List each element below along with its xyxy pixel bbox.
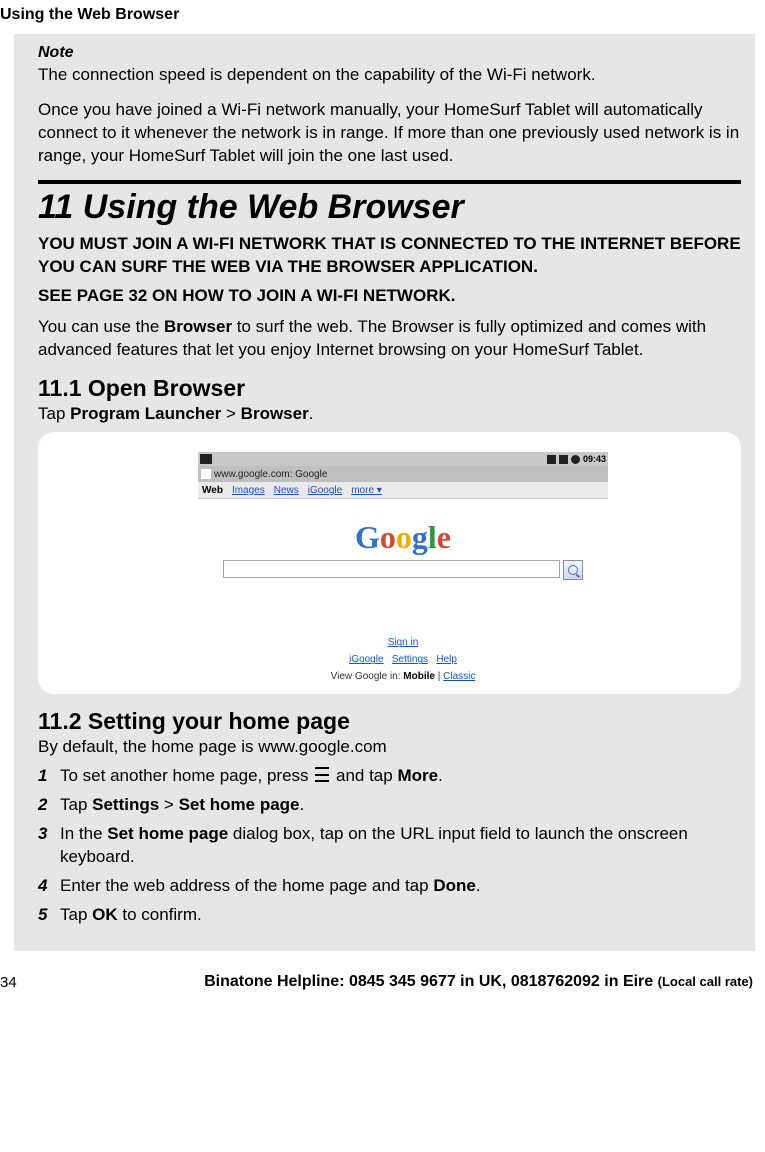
site-icon	[201, 469, 211, 479]
chapter-title: 11 Using the Web Browser	[38, 188, 741, 227]
url-bar: www.google.com: Google	[198, 466, 608, 482]
link-help: Help	[436, 654, 457, 665]
nav-igoogle: iGoogle	[308, 485, 342, 496]
link-signin: Sign in	[388, 637, 419, 648]
helpline-text: Binatone Helpline: 0845 345 9677 in UK, …	[204, 973, 753, 991]
step-2: 2 Tap Settings > Set home page.	[38, 794, 741, 817]
alarm-icon	[571, 455, 580, 464]
steps-list: 1 To set another home page, press and ta…	[38, 765, 741, 927]
note-text-1: The connection speed is dependent on the…	[38, 64, 741, 87]
nav-news: News	[274, 485, 299, 496]
page-footer: 34 Binatone Helpline: 0845 345 9677 in U…	[0, 973, 755, 991]
url-text: www.google.com: Google	[214, 469, 327, 480]
step-1: 1 To set another home page, press and ta…	[38, 765, 741, 788]
section-11-1-sub: Tap Program Launcher > Browser.	[38, 404, 741, 424]
note-label: Note	[38, 44, 741, 62]
chapter-intro: You can use the Browser to surf the web.…	[38, 316, 741, 362]
note-text-2: Once you have joined a Wi-Fi network man…	[38, 99, 741, 168]
browser-screenshot: 09:43 www.google.com: Google Web Images …	[38, 432, 741, 694]
search-input	[223, 560, 560, 578]
section-11-1-heading: 11.1 Open Browser	[38, 375, 741, 402]
step-5: 5 Tap OK to confirm.	[38, 904, 741, 927]
battery-icon	[559, 455, 568, 464]
section-11-2-heading: 11.2 Setting your home page	[38, 708, 741, 735]
status-left-icon	[200, 454, 212, 464]
prereq-text-1: YOU MUST JOIN A WI-FI NETWORK THAT IS CO…	[38, 233, 741, 279]
search-button	[563, 560, 583, 580]
note-block: Note The connection speed is dependent o…	[38, 44, 741, 168]
menu-icon	[315, 767, 329, 782]
signal-icon	[547, 455, 556, 464]
section-11-2-sub: By default, the home page is www.google.…	[38, 737, 741, 757]
status-time: 09:43	[583, 454, 606, 464]
section-divider	[38, 180, 741, 184]
step-3: 3 In the Set home page dialog box, tap o…	[38, 823, 741, 869]
tablet-screen: 09:43 www.google.com: Google Web Images …	[198, 452, 608, 682]
search-icon	[568, 565, 578, 575]
nav-web: Web	[202, 485, 223, 496]
page-number: 34	[0, 974, 17, 991]
step-4: 4 Enter the web address of the home page…	[38, 875, 741, 898]
nav-images: Images	[232, 485, 265, 496]
google-bottom-links: Sign in iGoogle Settings Help View Googl…	[198, 634, 608, 685]
content-area: Note The connection speed is dependent o…	[14, 34, 755, 951]
link-classic: Classic	[443, 671, 475, 682]
link-settings: Settings	[392, 654, 428, 665]
search-row	[223, 560, 583, 580]
google-logo: Google	[198, 519, 608, 556]
status-bar: 09:43	[198, 452, 608, 466]
link-igoogle: iGoogle	[349, 654, 383, 665]
google-nav-row: Web Images News iGoogle more ▾	[198, 482, 608, 499]
running-header: Using the Web Browser	[0, 6, 755, 24]
prereq-text-2: SEE PAGE 32 ON HOW TO JOIN A WI-FI NETWO…	[38, 285, 741, 308]
nav-more: more ▾	[351, 485, 382, 496]
